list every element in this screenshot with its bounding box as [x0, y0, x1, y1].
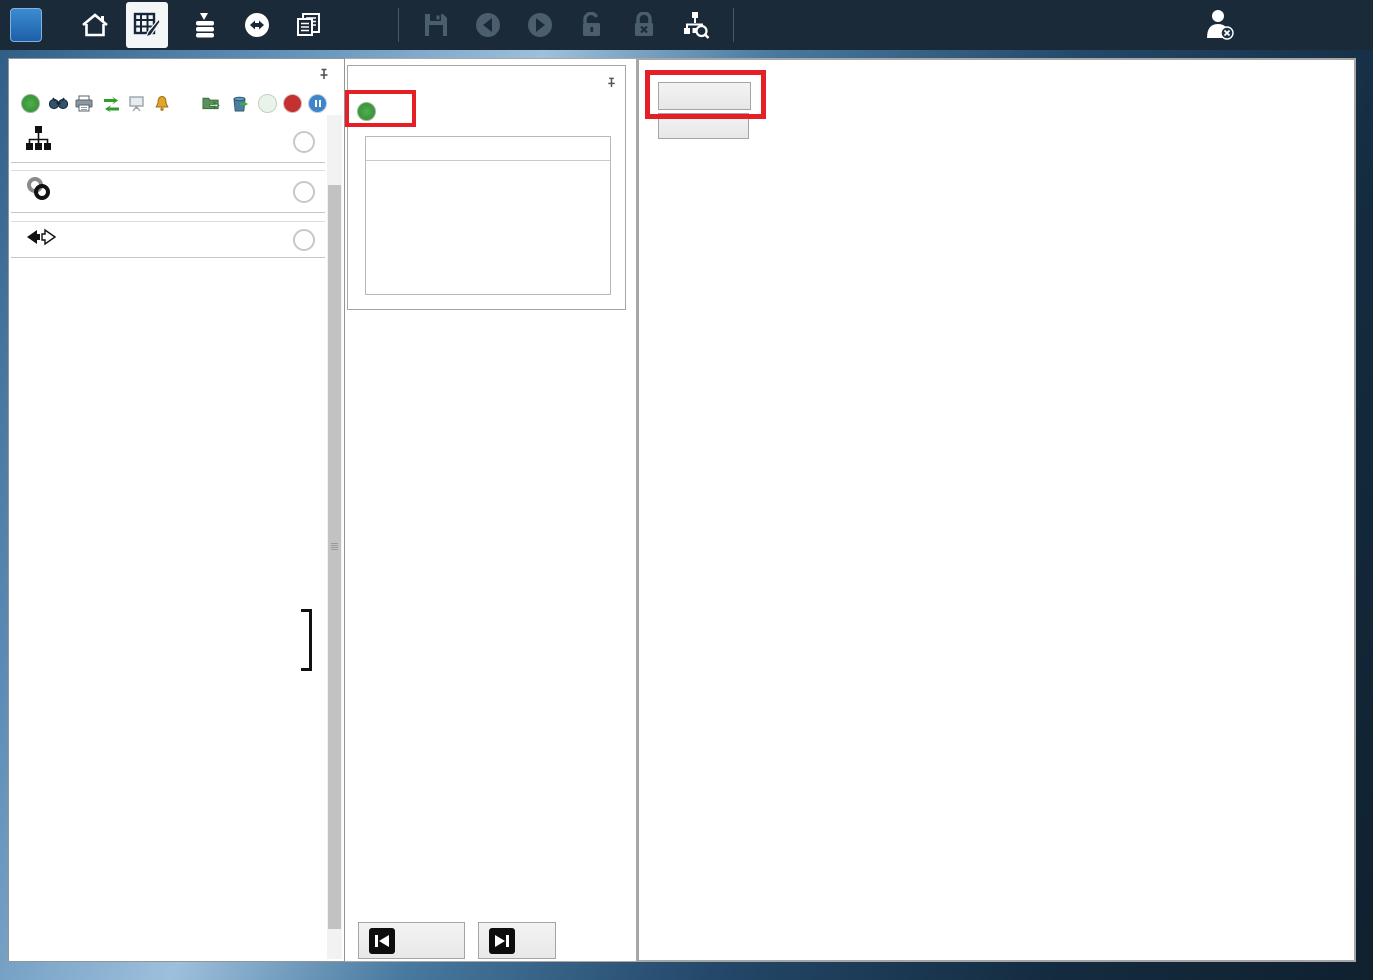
material-stack-icon[interactable]	[190, 7, 220, 43]
next-button[interactable]	[478, 922, 556, 959]
setup-button[interactable]	[658, 82, 751, 110]
maximize-button[interactable]	[1295, 17, 1319, 41]
machine-list-toolbar	[357, 102, 403, 121]
process-definition-icon[interactable]	[126, 2, 168, 48]
sync-icon[interactable]	[242, 7, 272, 43]
where-used-search-icon[interactable]	[681, 7, 711, 43]
machine-table-header	[366, 137, 610, 161]
close-button[interactable]	[1337, 17, 1361, 41]
vertical-scrollbar[interactable]	[327, 115, 342, 959]
app-window: ◢	[0, 0, 1373, 980]
machine-setup-gear-icon[interactable]	[384, 102, 403, 121]
skip-previous-icon	[369, 928, 395, 954]
process-definition-toolbar	[21, 92, 327, 114]
unlock-icon[interactable]	[577, 7, 607, 43]
machine-list-panel	[347, 65, 626, 310]
toolbar-divider	[733, 8, 734, 42]
collapse-up-icon[interactable]	[293, 229, 315, 251]
scroll-up-icon[interactable]	[327, 115, 342, 130]
previous-button[interactable]	[358, 922, 465, 959]
print-icon[interactable]	[74, 94, 93, 113]
factorylogix-logo	[10, 8, 42, 42]
lock-revision-icon[interactable]	[629, 7, 659, 43]
export-icon[interactable]	[202, 94, 221, 113]
scrollbar-thumb[interactable]	[328, 185, 341, 929]
operation-setup-panel	[345, 58, 637, 962]
resume-icon[interactable]	[258, 94, 277, 113]
titlebar	[0, 0, 1373, 50]
part-management-content-panel	[637, 58, 1356, 962]
scroll-down-icon[interactable]	[327, 944, 342, 959]
back-icon[interactable]	[473, 7, 503, 43]
find-icon[interactable]	[49, 94, 68, 113]
line-programming-section-header[interactable]	[11, 221, 325, 258]
process-definition-tree: ◢	[11, 115, 325, 959]
machine-table	[365, 136, 611, 295]
home-icon[interactable]	[80, 7, 110, 43]
reroutes-section-header[interactable]	[11, 170, 325, 213]
process-flow-hierarchy-icon	[25, 126, 52, 157]
user-logout-icon[interactable]	[1201, 7, 1239, 43]
save-icon[interactable]	[421, 7, 451, 43]
expand-down-icon[interactable]	[293, 181, 315, 203]
gear-pale-icon[interactable]	[177, 94, 196, 113]
line-programming-arrows-icon	[25, 227, 57, 252]
line-programming-tree	[11, 258, 325, 262]
bell-icon[interactable]	[152, 94, 171, 113]
pin-icon[interactable]	[318, 68, 330, 83]
reroute-bracket	[301, 609, 312, 671]
add-machine-icon[interactable]	[357, 102, 376, 121]
pin-icon[interactable]	[606, 76, 617, 91]
replace-swap-icon[interactable]	[102, 94, 121, 113]
process-definition-panel: ◢	[8, 58, 345, 962]
pause-icon[interactable]	[308, 94, 327, 113]
clear-setup-button[interactable]	[658, 113, 749, 139]
reroutes-chain-icon	[25, 176, 53, 207]
assembly-info	[750, 3, 838, 48]
suspend-icon[interactable]	[283, 94, 302, 113]
process-flow-section-header[interactable]	[11, 121, 325, 163]
collapse-up-icon[interactable]	[293, 131, 315, 153]
section-gap	[11, 213, 325, 221]
minimize-button[interactable]	[1253, 17, 1277, 41]
gears-icon	[692, 87, 712, 105]
recycle-bin-icon[interactable]	[230, 94, 249, 113]
skip-next-icon	[489, 928, 515, 954]
process-flow-tree	[11, 163, 325, 166]
add-icon[interactable]	[21, 94, 40, 113]
presentation-icon[interactable]	[127, 94, 146, 113]
forward-icon[interactable]	[525, 7, 555, 43]
settings-gear-icon[interactable]	[346, 7, 376, 43]
scrollbar-grip	[331, 542, 338, 550]
documents-icon[interactable]	[294, 7, 324, 43]
toolbar-divider	[398, 8, 399, 42]
